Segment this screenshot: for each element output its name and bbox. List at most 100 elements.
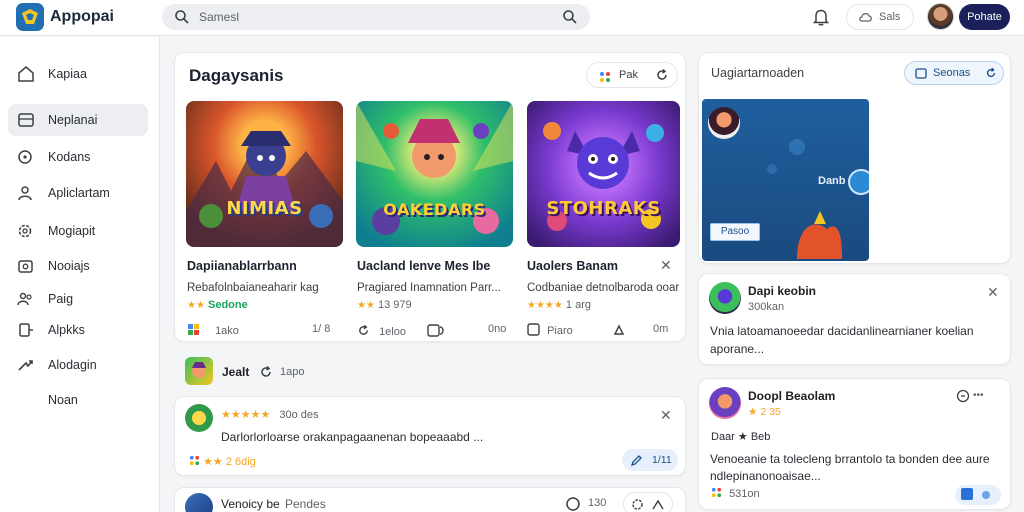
game-logo-text-3: STOHRAKS bbox=[546, 198, 661, 219]
close-icon[interactable]: ✕ bbox=[660, 257, 672, 274]
camera-icon bbox=[18, 260, 33, 273]
play-icon[interactable] bbox=[848, 169, 869, 195]
post-count-pill[interactable]: 1/11 bbox=[622, 449, 678, 471]
sidebar: Kapiaa Neplanai Kodans Apliclartam Mogia… bbox=[0, 37, 160, 512]
dot-icon bbox=[982, 491, 990, 499]
sidebar-item-10[interactable]: Noan bbox=[8, 384, 148, 416]
close-icon[interactable]: ✕ bbox=[660, 407, 672, 424]
status-pill[interactable]: Sals bbox=[846, 4, 914, 30]
card-avatar[interactable] bbox=[709, 282, 741, 314]
circle-icon[interactable] bbox=[565, 496, 581, 512]
video-banner[interactable]: Danb Pasoo bbox=[702, 99, 869, 261]
game-rating-1: ★★ Sedone bbox=[187, 299, 248, 311]
bottom-avatar[interactable] bbox=[185, 493, 213, 512]
refresh-icon[interactable] bbox=[259, 365, 273, 379]
card-avatar[interactable] bbox=[709, 387, 741, 419]
info-icon[interactable] bbox=[956, 389, 970, 403]
arrow-icon bbox=[18, 360, 33, 371]
sidebar-item-label: Apliclartam bbox=[48, 186, 110, 200]
sidebar-item-4[interactable]: Apliclartam bbox=[8, 177, 148, 209]
feed-label[interactable]: Jealt bbox=[222, 365, 249, 379]
grid-icon bbox=[18, 113, 34, 127]
card-title[interactable]: Doopl Beaolam bbox=[748, 389, 835, 403]
status-pill-label: Sals bbox=[879, 11, 901, 23]
sidebar-item-3[interactable]: Kodans bbox=[8, 141, 148, 173]
app-name: Appopai bbox=[50, 8, 114, 25]
profile-button[interactable]: Pohate bbox=[959, 4, 1010, 30]
checkbox-icon[interactable] bbox=[527, 323, 540, 336]
home-icon bbox=[18, 66, 34, 82]
share-icon bbox=[19, 323, 33, 337]
sidebar-item-active[interactable]: Neplanai bbox=[8, 104, 148, 136]
filter-button[interactable]: Pak bbox=[586, 62, 678, 88]
game-logo-text-1: NIMIAS bbox=[226, 198, 303, 219]
sidebar-item-label: Kapiaa bbox=[48, 67, 87, 81]
sidebar-item-8[interactable]: Alpkks bbox=[8, 314, 148, 346]
right-search-button[interactable]: Seonas bbox=[904, 61, 1004, 85]
google-dots-icon bbox=[600, 72, 610, 82]
sidebar-item-label: Neplanai bbox=[48, 113, 98, 127]
circle-icon bbox=[18, 150, 32, 164]
sidebar-item-home[interactable]: Kapiaa bbox=[8, 58, 148, 90]
avatar[interactable] bbox=[927, 3, 954, 30]
clip-icon[interactable] bbox=[427, 323, 445, 338]
post-stats: ★★ 2 6dig bbox=[189, 455, 256, 468]
game-title-1[interactable]: Dapiianablarrbann bbox=[187, 259, 297, 273]
user-icon bbox=[18, 186, 32, 201]
game-title-2[interactable]: Uacland lenve Mes Ibe bbox=[357, 259, 490, 273]
sidebar-item-6[interactable]: Nooiajs bbox=[8, 250, 148, 282]
game-count-2: 0no bbox=[488, 323, 507, 335]
banner-button[interactable]: Pasoo bbox=[710, 223, 760, 241]
apps-icon[interactable] bbox=[187, 323, 200, 336]
action-label[interactable]: 1eloo bbox=[379, 326, 406, 338]
sidebar-item-5[interactable]: Mogiapit bbox=[8, 215, 148, 247]
bottom-actions[interactable] bbox=[623, 492, 673, 512]
games-card: Dagaysanis Pak NIMIAS Dapiianablarrbann … bbox=[174, 52, 686, 342]
search-input[interactable]: Samesl bbox=[199, 10, 239, 24]
game-subtitle-1: Rebafolnbaianeaharir kag bbox=[187, 282, 319, 294]
bottom-title[interactable]: Venoicy be bbox=[221, 497, 280, 511]
post-count: 1/11 bbox=[652, 454, 672, 466]
star-icon: ★★ bbox=[187, 300, 205, 311]
refresh-icon[interactable] bbox=[655, 68, 669, 82]
card-title[interactable]: Dapi keobin bbox=[748, 284, 816, 298]
recycle-icon[interactable] bbox=[612, 323, 627, 337]
post-text: Darlorlorloarse orakanpagaanenan bopeaaa… bbox=[221, 430, 484, 444]
action-label[interactable]: 1ako bbox=[215, 325, 239, 337]
close-icon[interactable]: ✕ bbox=[987, 284, 999, 301]
sidebar-item-label: Paig bbox=[48, 292, 74, 306]
bell-icon[interactable] bbox=[813, 8, 829, 26]
right-panel: Uagiartarnoaden Seonas Danb Pasoo bbox=[698, 52, 1011, 264]
action-label[interactable]: Piaro bbox=[547, 325, 573, 337]
sidebar-item-7[interactable]: Paig bbox=[8, 283, 148, 315]
game-character-illustration bbox=[543, 122, 664, 231]
refresh-icon[interactable] bbox=[357, 324, 370, 337]
right-search-label: Seonas bbox=[933, 67, 971, 79]
banner-avatar[interactable] bbox=[708, 107, 740, 139]
game-subtitle-2: Pragiared Inamnation Parr... bbox=[357, 282, 501, 294]
post-stats-text: ★★ 2 6dig bbox=[203, 456, 256, 468]
card-stats-text: 531on bbox=[729, 488, 760, 500]
app-logo-icon[interactable] bbox=[16, 3, 44, 31]
search-bar[interactable]: Samesl bbox=[162, 4, 590, 30]
refresh-icon bbox=[986, 67, 996, 78]
game-image-2[interactable]: OAKEDARS bbox=[356, 101, 513, 247]
game-rating-3: ★★★★ 1 arg bbox=[527, 299, 591, 311]
post-avatar[interactable] bbox=[185, 404, 213, 432]
feed-thumbnail[interactable] bbox=[185, 357, 213, 385]
google-dots-icon bbox=[711, 487, 722, 498]
card-action-pill[interactable] bbox=[955, 485, 1001, 505]
search-submit-icon[interactable] bbox=[562, 9, 578, 25]
sidebar-item-9[interactable]: Alodagin bbox=[8, 349, 148, 381]
more-icon[interactable]: ••• bbox=[973, 390, 984, 401]
game-title-3[interactable]: Uaolers Banam bbox=[527, 259, 618, 273]
filter-label: Pak bbox=[619, 69, 638, 81]
game-image-3[interactable]: STOHRAKS bbox=[527, 101, 680, 247]
google-dots-icon bbox=[189, 455, 200, 466]
card-text: Vnia latoamanoeedar dacidanlinearnianer … bbox=[710, 324, 974, 356]
calendar-icon bbox=[915, 68, 927, 79]
sidebar-item-label: Alodagin bbox=[48, 358, 97, 372]
search-icon bbox=[175, 10, 189, 24]
people-icon bbox=[17, 292, 32, 306]
game-image-1[interactable]: NIMIAS bbox=[186, 101, 343, 247]
